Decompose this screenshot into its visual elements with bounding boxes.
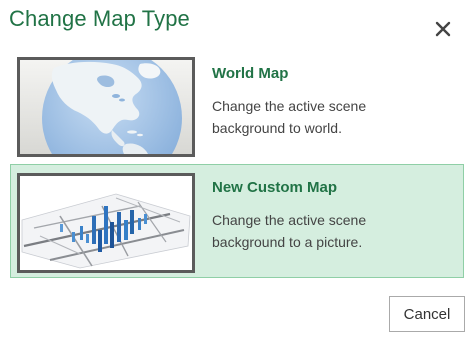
globe-thumbnail — [17, 57, 195, 157]
custom-map-thumbnail — [17, 173, 195, 273]
close-icon — [435, 21, 451, 37]
option-new-custom-map[interactable]: New Custom Map Change the active scene b… — [10, 164, 464, 278]
option-description: Change the active scene background to wo… — [212, 98, 367, 136]
close-button[interactable] — [430, 16, 456, 42]
globe-image — [20, 60, 192, 154]
option-world-map[interactable]: World Map Change the active scene backgr… — [10, 52, 464, 162]
option-name: New Custom Map — [212, 179, 338, 196]
option-name: World Map — [212, 65, 289, 82]
custom-map-image — [20, 176, 192, 270]
dialog-title: Change Map Type — [9, 6, 190, 31]
option-description: Change the active scene background to a … — [212, 212, 367, 250]
cancel-button[interactable]: Cancel — [389, 296, 465, 332]
